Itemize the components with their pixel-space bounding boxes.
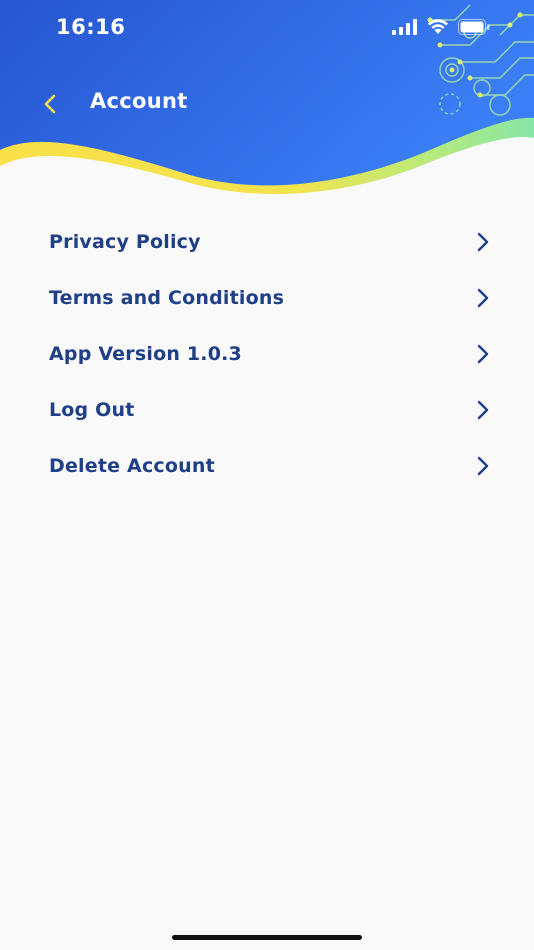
wifi-icon	[428, 19, 448, 34]
menu-item-privacy-policy[interactable]: Privacy Policy	[0, 214, 534, 270]
status-time: 16:16	[56, 15, 126, 39]
menu-item-app-version[interactable]: App Version 1.0.3	[0, 326, 534, 382]
chevron-right-icon	[474, 287, 492, 309]
menu-item-log-out[interactable]: Log Out	[0, 382, 534, 438]
chevron-right-icon	[474, 455, 492, 477]
menu-item-delete-account[interactable]: Delete Account	[0, 438, 534, 494]
page-title: Account	[90, 89, 188, 113]
menu-item-label: App Version 1.0.3	[49, 343, 242, 365]
status-icons	[392, 18, 490, 35]
battery-icon	[458, 18, 490, 35]
status-bar: 16:16	[0, 0, 534, 60]
chevron-right-icon	[474, 231, 492, 253]
home-indicator[interactable]	[172, 935, 362, 940]
signal-icon	[392, 18, 417, 35]
menu-item-label: Privacy Policy	[49, 231, 201, 253]
account-menu: Privacy Policy Terms and Conditions App …	[0, 214, 534, 494]
menu-item-label: Log Out	[49, 399, 135, 421]
chevron-right-icon	[474, 343, 492, 365]
account-screen: 16:16 Account Privacy Policy Terms and C…	[0, 0, 534, 950]
menu-item-label: Terms and Conditions	[49, 287, 285, 309]
menu-item-label: Delete Account	[49, 455, 215, 477]
nav-bar: Account	[0, 80, 534, 128]
chevron-left-icon	[44, 94, 56, 114]
menu-item-terms-and-conditions[interactable]: Terms and Conditions	[0, 270, 534, 326]
chevron-right-icon	[474, 399, 492, 421]
back-button[interactable]	[36, 90, 64, 118]
